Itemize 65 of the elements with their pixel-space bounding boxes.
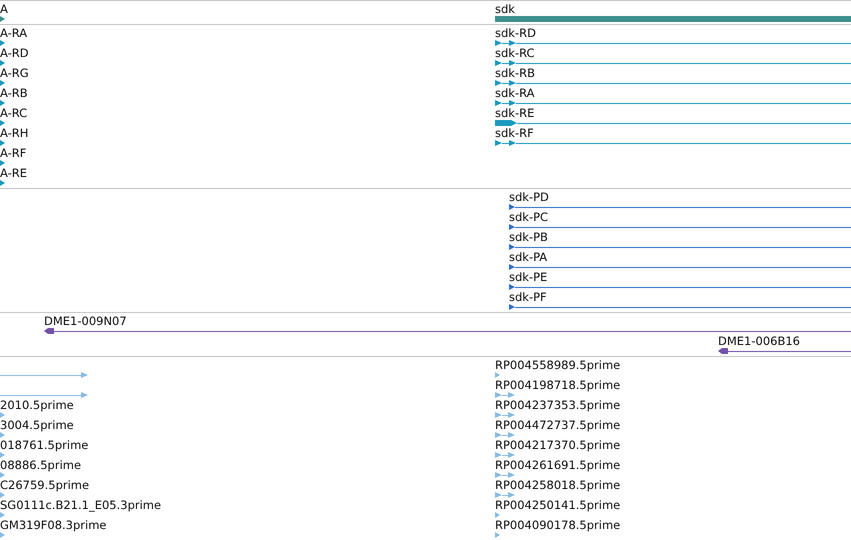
- feature-label: A-RB: [0, 86, 28, 100]
- feature-label: DME1-009N07: [44, 314, 127, 328]
- feature-label: sdk-RF: [495, 126, 534, 140]
- feature-label: A-RA: [0, 26, 28, 40]
- feature-label: RP004472737.5prime: [495, 418, 620, 432]
- feature-arrow-icon: [0, 80, 5, 86]
- feature-arrow-icon: [0, 432, 5, 438]
- feature-line: [495, 492, 515, 498]
- feature-label: GM319F08.3prime: [0, 518, 107, 532]
- feature-label: sdk-PA: [509, 250, 548, 264]
- feature-arrow-icon: [0, 120, 5, 126]
- feature-arrow-icon: [0, 452, 5, 458]
- feature-label: A-RF: [0, 146, 26, 160]
- feature-line: [495, 412, 515, 418]
- feature-label: sdk: [495, 2, 515, 16]
- feature-label: RP004258018.5prime: [495, 478, 620, 492]
- feature-arrow-icon: [495, 372, 500, 378]
- feature-label: DME1-006B16: [718, 334, 800, 348]
- feature-label: RP004090178.5prime: [495, 518, 620, 532]
- feature-arrow-icon: [0, 16, 5, 22]
- feature-line: [495, 472, 515, 478]
- feature-label: A-RC: [0, 106, 28, 120]
- feature-arrow-icon: [495, 512, 500, 518]
- feature-label: sdk-PF: [509, 290, 547, 304]
- feature-arrow-icon: [0, 512, 5, 518]
- feature-label: sdk-PC: [509, 210, 548, 224]
- feature-label: sdk-PB: [509, 230, 548, 244]
- feature-label: RP004558989.5prime: [495, 358, 620, 372]
- feature-arrow-icon: [0, 60, 5, 66]
- feature-line: [495, 432, 515, 438]
- feature-label: 08886.5prime: [0, 458, 82, 472]
- feature-arrow-icon: [0, 412, 5, 418]
- feature-label: C26759.5prime: [0, 478, 90, 492]
- feature-label: RP004198718.5prime: [495, 378, 620, 392]
- feature-arrow-icon: [0, 472, 5, 478]
- feature-label: sdk-RA: [495, 86, 534, 100]
- feature-label: 2010.5prime: [0, 398, 74, 412]
- feature-label: A: [0, 2, 8, 16]
- feature-label: sdk-RB: [495, 66, 535, 80]
- feature-line: [495, 392, 515, 398]
- feature-label: A-RD: [0, 46, 29, 60]
- feature-line: [495, 452, 515, 458]
- feature-arrow-icon: [0, 180, 5, 186]
- feature-label: A-RE: [0, 166, 28, 180]
- feature-arrow-icon: [0, 100, 5, 106]
- feature-arrow-icon: [0, 140, 5, 146]
- feature-label: SG0111c.B21.1_E05.3prime: [0, 498, 162, 512]
- feature-label: A-RG: [0, 66, 29, 80]
- feature-label: RP004217370.5prime: [495, 438, 620, 452]
- feature-label: 3004.5prime: [0, 418, 74, 432]
- feature-label: RP004261691.5prime: [495, 458, 620, 472]
- feature-arrow-icon: [495, 532, 500, 538]
- feature-label: sdk-RD: [495, 26, 536, 40]
- feature-label: 018761.5prime: [0, 438, 88, 452]
- feature-label: sdk-RE: [495, 106, 534, 120]
- feature-arrow-icon: [0, 40, 5, 46]
- feature-label: sdk-RC: [495, 46, 535, 60]
- feature-label: A-RH: [0, 126, 28, 140]
- feature-label: RP004237353.5prime: [495, 398, 620, 412]
- feature-label: sdk-PD: [509, 190, 549, 204]
- feature-label: RP004250141.5prime: [495, 498, 620, 512]
- feature-label: sdk-PE: [509, 270, 548, 284]
- feature-arrow-icon: [0, 532, 5, 538]
- feature-arrow-icon: [0, 160, 5, 166]
- feature-arrow-icon: [0, 492, 5, 498]
